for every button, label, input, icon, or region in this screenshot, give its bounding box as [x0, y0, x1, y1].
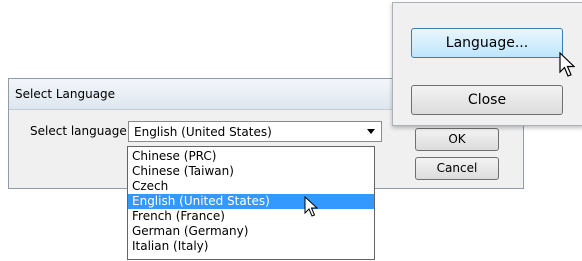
mouse-pointer-icon [304, 196, 318, 217]
language-dropdown-list[interactable]: Chinese (PRC) Chinese (Taiwan) Czech Eng… [127, 146, 375, 260]
language-popup-panel: Language... Close [392, 2, 582, 126]
close-button[interactable]: Close [411, 85, 563, 115]
language-select[interactable]: English (United States) [128, 121, 382, 142]
language-option-italian[interactable]: Italian (Italy) [128, 239, 374, 254]
ok-button[interactable]: OK [415, 128, 499, 151]
select-language-label: Select language: [30, 124, 131, 138]
mouse-pointer-icon [559, 52, 575, 77]
language-option-czech[interactable]: Czech [128, 179, 374, 194]
language-button[interactable]: Language... [411, 28, 563, 58]
language-option-english-us[interactable]: English (United States) [128, 194, 374, 209]
language-select-value: English (United States) [134, 125, 272, 139]
cancel-button[interactable]: Cancel [415, 157, 499, 180]
language-option-french[interactable]: French (France) [128, 209, 374, 224]
language-option-chinese-taiwan[interactable]: Chinese (Taiwan) [128, 164, 374, 179]
language-option-chinese-prc[interactable]: Chinese (PRC) [128, 149, 374, 164]
language-option-german[interactable]: German (Germany) [128, 224, 374, 239]
chevron-down-icon[interactable] [367, 129, 375, 134]
